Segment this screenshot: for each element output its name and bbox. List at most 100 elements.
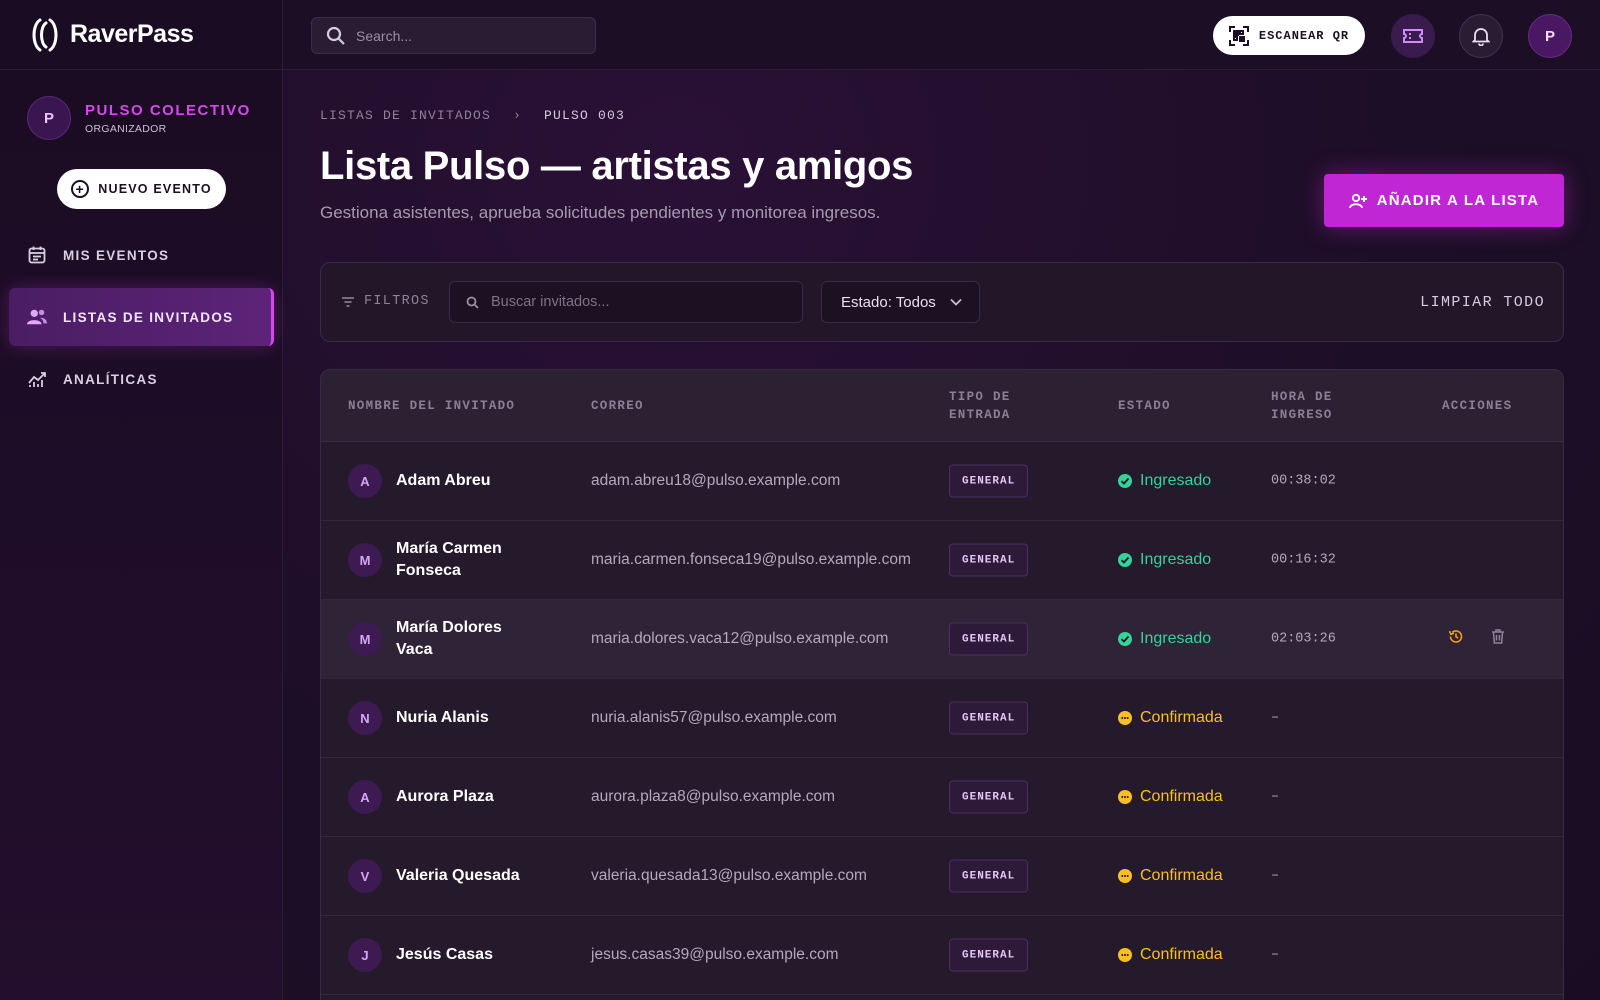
search-icon [326, 26, 345, 45]
raverpass-logo-icon [32, 18, 58, 51]
guest-name: Adam Abreu [396, 472, 491, 489]
restore-icon[interactable] [1448, 629, 1464, 650]
status-label: Confirmada [1140, 788, 1223, 805]
guest-avatar: A [348, 464, 382, 498]
pending-circle-icon [1118, 711, 1132, 725]
breadcrumb: LISTAS DE INVITADOS › PULSO 003 [320, 108, 625, 123]
column-header-status[interactable]: ESTADO [1118, 397, 1171, 415]
tickets-button[interactable] [1391, 14, 1435, 58]
check-in-time: 00:16:32 [1271, 552, 1336, 568]
status-label: Ingresado [1140, 630, 1212, 647]
status-filter-select[interactable]: Estado: Todos [821, 281, 980, 323]
bell-icon [1472, 28, 1490, 46]
scan-qr-label: ESCANEAR QR [1258, 28, 1350, 43]
breadcrumb-item-current: PULSO 003 [544, 108, 626, 123]
ticket-type-badge: GENERAL [949, 701, 1029, 735]
guest-name: María Dolores Vaca [396, 619, 502, 658]
table-row[interactable]: J Jesús Casas jesus.casas39@pulso.example.… [321, 916, 1563, 995]
sidebar-item-analiticas[interactable]: ANALÍTICAS [9, 350, 274, 408]
guest-avatar: J [348, 938, 382, 972]
qr-code-icon [1228, 25, 1249, 46]
table-row[interactable]: N Nuria Alanis nuria.alanis57@pulso.exampl… [321, 679, 1563, 758]
filters-label: FILTROS [341, 294, 430, 309]
sidebar-item-listas-de-invitados[interactable]: LISTAS DE INVITADOS [9, 288, 274, 346]
check-in-time: – [1271, 710, 1280, 726]
chevron-right-icon: › [513, 108, 523, 123]
global-search-input[interactable]: Search... [311, 17, 596, 54]
status-badge: Confirmada [1118, 709, 1223, 727]
guest-avatar: V [348, 859, 382, 893]
status-label: Confirmada [1140, 867, 1223, 884]
add-to-list-label: AÑADIR A LA LISTA [1376, 192, 1540, 209]
guest-email: maria.carmen.fonseca19@pulso.example.com [591, 551, 911, 568]
user-avatar-button[interactable]: P [1528, 14, 1572, 58]
main-content: LISTAS DE INVITADOS › PULSO 003 Lista Pu… [283, 70, 1600, 1000]
table-row[interactable]: M María Carmen Fonseca maria.carmen.fonsec… [321, 521, 1563, 600]
table-body: A Adam Abreu adam.abreu18@pulso.example.co… [321, 442, 1563, 995]
guest-table: NOMBRE DEL INVITADO CORREO TIPO DE ENTRA… [320, 369, 1564, 1000]
pending-circle-icon [1118, 869, 1132, 883]
status-label: Ingresado [1140, 472, 1212, 489]
column-header-ticket-type[interactable]: TIPO DE ENTRADA [949, 388, 1039, 424]
brand-name: RaverPass [70, 20, 194, 48]
table-row[interactable]: A Aurora Plaza aurora.plaza8@pulso.example… [321, 758, 1563, 837]
new-event-button[interactable]: + NUEVO EVENTO [57, 169, 226, 209]
ticket-type-badge: GENERAL [949, 622, 1029, 656]
check-in-time: – [1271, 947, 1280, 963]
status-badge: Confirmada [1118, 788, 1223, 806]
guest-avatar: A [348, 780, 382, 814]
column-header-actions: ACCIONES [1442, 399, 1513, 413]
organizer-avatar: P [27, 96, 71, 140]
sidebar-item-label: MIS EVENTOS [63, 247, 170, 263]
top-bar: Search... ESCANEAR QR P [283, 0, 1600, 70]
guest-email: nuria.alanis57@pulso.example.com [591, 709, 837, 726]
brand-logo[interactable]: RaverPass [0, 0, 282, 70]
clear-all-button[interactable]: LIMPIAR TODO [1420, 294, 1545, 311]
pending-circle-icon [1118, 790, 1132, 804]
check-in-time: 02:03:26 [1271, 631, 1336, 647]
add-to-list-button[interactable]: AÑADIR A LA LISTA [1324, 174, 1564, 227]
notifications-button[interactable] [1459, 14, 1503, 58]
guest-name: Nuria Alanis [396, 709, 489, 726]
status-filter-value: Estado: Todos [841, 293, 936, 311]
organizer-name: PULSO COLECTIVO [85, 101, 251, 119]
guest-search-input[interactable]: Buscar invitados... [449, 281, 803, 323]
chart-icon [27, 369, 47, 389]
ticket-icon [1403, 29, 1423, 43]
guest-search-placeholder: Buscar invitados... [491, 294, 610, 310]
check-in-time: – [1271, 789, 1280, 805]
ticket-type-badge: GENERAL [949, 859, 1029, 893]
trash-icon[interactable] [1491, 629, 1505, 650]
guest-email: adam.abreu18@pulso.example.com [591, 472, 841, 489]
guest-name: Jesús Casas [396, 946, 493, 963]
column-header-email[interactable]: CORREO [591, 397, 644, 415]
table-row[interactable]: V Valeria Quesada valeria.quesada13@pulso.… [321, 837, 1563, 916]
filters-bar: FILTROS Buscar invitados... Estado: Todo… [320, 262, 1564, 342]
status-badge: Ingresado [1118, 551, 1211, 569]
guest-email: jesus.casas39@pulso.example.com [591, 946, 839, 963]
guest-name: Valeria Quesada [396, 867, 520, 884]
guest-email: valeria.quesada13@pulso.example.com [591, 867, 867, 884]
status-badge: Ingresado [1118, 472, 1211, 490]
organizer-profile: P PULSO COLECTIVO ORGANIZADOR [0, 70, 282, 140]
chevron-down-icon [950, 298, 962, 306]
ticket-type-badge: GENERAL [949, 543, 1029, 577]
new-event-label: NUEVO EVENTO [98, 182, 212, 196]
table-row[interactable]: M María Dolores Vaca maria.dolores.vaca12@… [321, 600, 1563, 679]
page-title: Lista Pulso — artistas y amigos [320, 144, 914, 188]
filters-label-text: FILTROS [364, 294, 430, 309]
check-in-time: – [1271, 868, 1280, 884]
column-header-name[interactable]: NOMBRE DEL INVITADO [348, 397, 515, 415]
users-icon [27, 307, 47, 327]
table-row[interactable]: A Adam Abreu adam.abreu18@pulso.example.co… [321, 442, 1563, 521]
column-header-check-in-time[interactable]: HORA DE INGRESO [1271, 388, 1361, 424]
check-circle-icon [1118, 474, 1132, 488]
scan-qr-button[interactable]: ESCANEAR QR [1213, 16, 1365, 55]
sidebar-item-mis-eventos[interactable]: MIS EVENTOS [9, 226, 274, 284]
plus-circle-icon: + [71, 180, 90, 198]
guest-avatar: M [348, 622, 382, 656]
guest-avatar: N [348, 701, 382, 735]
sidebar-item-label: ANALÍTICAS [63, 371, 158, 387]
breadcrumb-item-guest-lists[interactable]: LISTAS DE INVITADOS [320, 108, 491, 123]
status-badge: Confirmada [1118, 946, 1223, 964]
